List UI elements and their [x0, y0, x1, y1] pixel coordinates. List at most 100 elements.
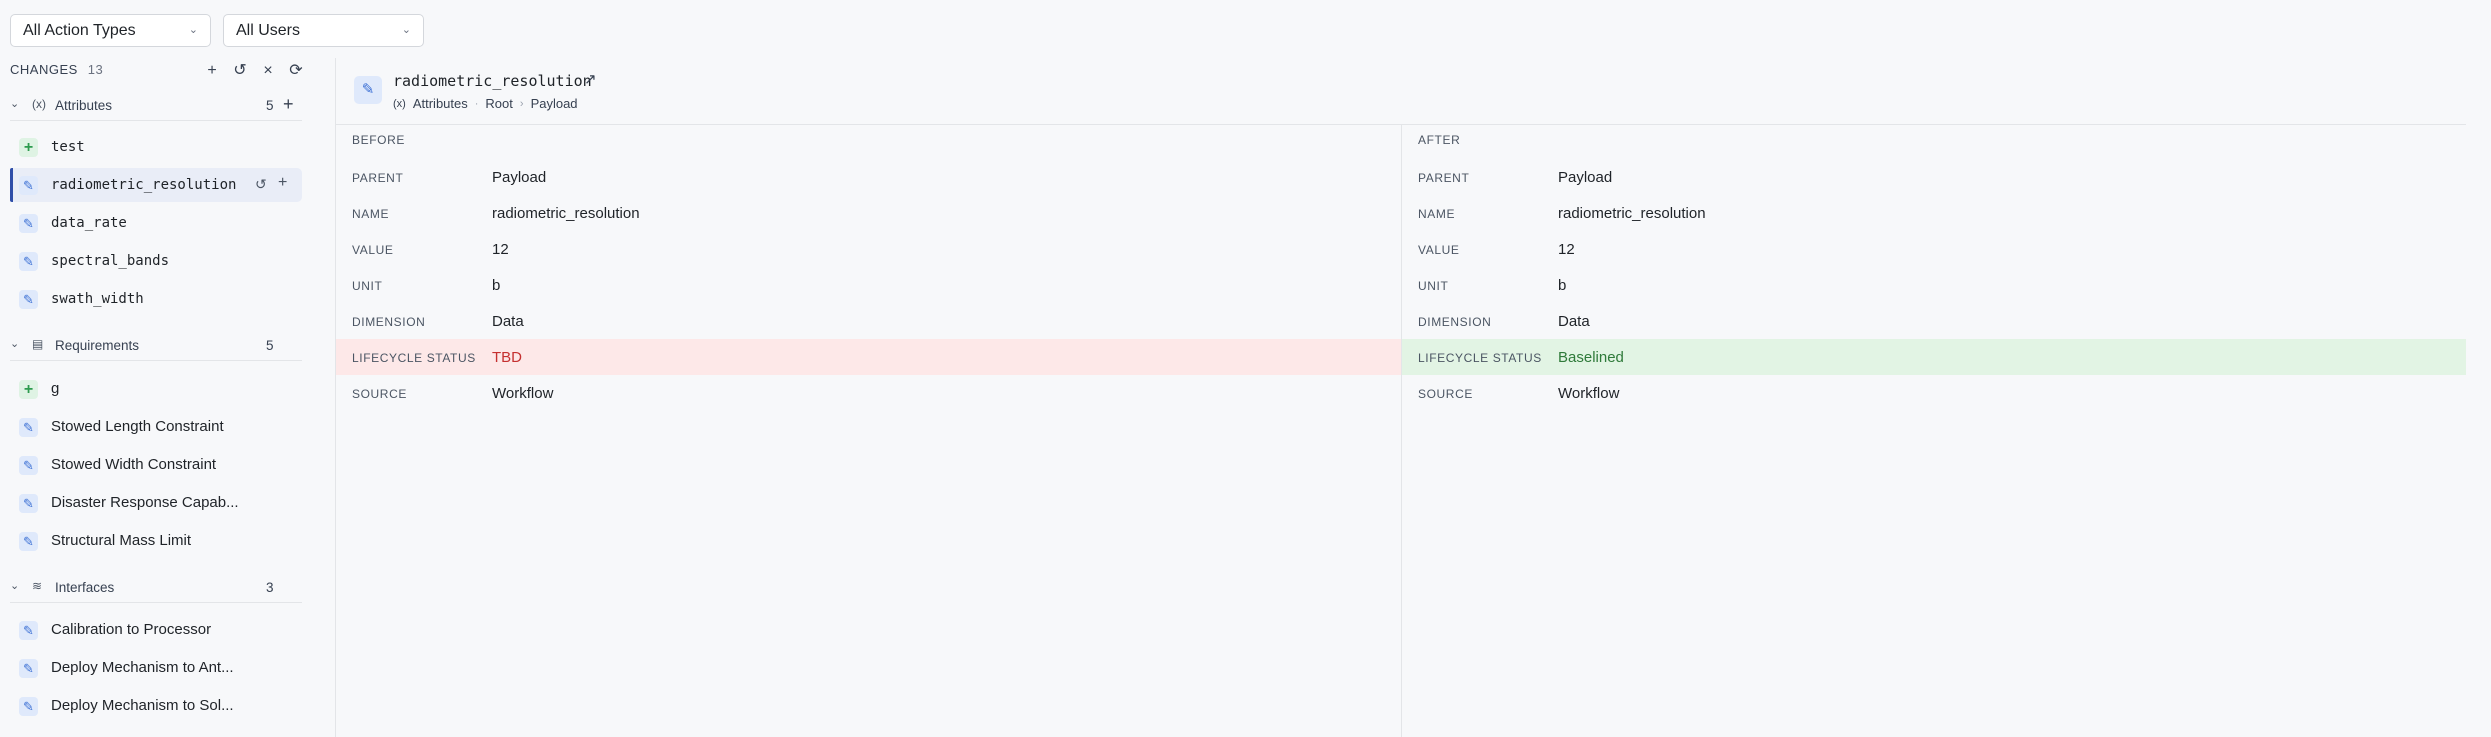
- field-row-removed: LIFECYCLE STATUS TBD: [336, 339, 1401, 375]
- add-icon[interactable]: +: [283, 94, 294, 115]
- field-label: VALUE: [1418, 243, 1460, 257]
- interface-icon: ≋: [32, 579, 43, 593]
- field-label: PARENT: [352, 171, 404, 185]
- chevron-right-icon: ›: [519, 97, 524, 110]
- breadcrumb: (x) Attributes · Root › Payload: [393, 96, 578, 111]
- group-header-attributes[interactable]: ⌄ (x) Attributes 5 +: [10, 94, 302, 118]
- pencil-icon: ✎: [19, 290, 38, 309]
- field-value: Data: [492, 313, 524, 330]
- filter-bar: All Action Types ⌄ All Users ⌄: [0, 0, 2491, 58]
- pencil-icon: ✎: [19, 532, 38, 551]
- change-item[interactable]: ✎ data_rate: [10, 206, 302, 240]
- group-label: Attributes: [55, 98, 113, 113]
- users-select[interactable]: All Users ⌄: [223, 14, 424, 47]
- revert-icon[interactable]: ↺: [255, 176, 267, 193]
- field-label: SOURCE: [1418, 387, 1473, 401]
- change-item-label: Stowed Width Constraint: [51, 456, 217, 473]
- field-row: NAME radiometric_resolution: [1402, 195, 2466, 231]
- pencil-icon: ✎: [19, 659, 38, 678]
- add-icon[interactable]: +: [278, 174, 287, 192]
- field-value: 12: [492, 241, 509, 258]
- field-row: DIMENSION Data: [336, 303, 1401, 339]
- change-item-label: Structural Mass Limit: [51, 532, 192, 549]
- change-item[interactable]: ✎ Stowed Width Constraint: [10, 448, 302, 482]
- change-item[interactable]: ✎ swath_width: [10, 282, 302, 316]
- change-item-label: Disaster Response Capab...: [51, 494, 239, 511]
- group-header-requirements[interactable]: ⌄ ▤ Requirements 5: [10, 334, 302, 358]
- change-item-label: swath_width: [51, 291, 144, 307]
- field-row: SOURCE Workflow: [1402, 375, 2466, 411]
- field-value: Payload: [492, 169, 547, 186]
- group-header-interfaces[interactable]: ⌄ ≋ Interfaces 3: [10, 576, 302, 600]
- field-row: VALUE 12: [336, 231, 1401, 267]
- change-item-label: Deploy Mechanism to Sol...: [51, 697, 234, 714]
- action-type-value: All Action Types: [23, 22, 136, 39]
- change-item[interactable]: ✎ Deploy Mechanism to Sol...: [10, 689, 302, 723]
- field-row: SOURCE Workflow: [336, 375, 1401, 411]
- changes-toolbar: + ↺ × ⟳: [202, 60, 306, 82]
- change-item[interactable]: + g: [10, 372, 302, 406]
- field-label: UNIT: [352, 279, 383, 293]
- add-icon[interactable]: +: [202, 60, 222, 82]
- breadcrumb-item[interactable]: Root: [485, 96, 512, 111]
- field-value: radiometric_resolution: [492, 205, 640, 222]
- document-icon: ▤: [32, 337, 44, 351]
- group-divider: [10, 120, 302, 121]
- chevron-down-icon[interactable]: ⌄: [10, 579, 19, 592]
- pencil-icon: ✎: [19, 621, 38, 640]
- field-row: UNIT b: [336, 267, 1401, 303]
- plus-icon: +: [19, 138, 38, 157]
- field-row: PARENT Payload: [336, 159, 1401, 195]
- breadcrumb-item[interactable]: Payload: [531, 96, 578, 111]
- chevron-down-icon: ⌄: [188, 24, 198, 36]
- group-count: 5: [266, 98, 274, 113]
- change-item[interactable]: ✎ Deploy Mechanism to Ant...: [10, 651, 302, 685]
- pencil-icon: ✎: [19, 456, 38, 475]
- group-divider: [10, 602, 302, 603]
- pencil-icon: ✎: [354, 76, 382, 104]
- changes-header: CHANGES 13: [10, 62, 103, 82]
- field-row: UNIT b: [1402, 267, 2466, 303]
- change-item[interactable]: + test: [10, 130, 302, 164]
- change-item[interactable]: ✎ Stowed Length Constraint: [10, 410, 302, 444]
- change-item-label: test: [51, 139, 85, 155]
- change-item[interactable]: ✎ Structural Mass Limit: [10, 524, 302, 558]
- field-value: TBD: [492, 349, 522, 366]
- revert-icon[interactable]: ↺: [230, 60, 250, 82]
- field-value: Baselined: [1558, 349, 1624, 366]
- pencil-icon: ✎: [19, 418, 38, 437]
- field-value: Workflow: [1558, 385, 1620, 402]
- field-label: NAME: [352, 207, 390, 221]
- changes-title: CHANGES: [10, 62, 78, 77]
- external-link-icon[interactable]: ↗: [584, 70, 597, 88]
- group-divider: [10, 360, 302, 361]
- field-row-added: LIFECYCLE STATUS Baselined: [1402, 339, 2466, 375]
- change-item[interactable]: ✎ spectral_bands: [10, 244, 302, 278]
- field-label: LIFECYCLE STATUS: [352, 351, 476, 365]
- chevron-down-icon[interactable]: ⌄: [10, 337, 19, 350]
- plus-icon: +: [19, 380, 38, 399]
- action-type-select[interactable]: All Action Types ⌄: [10, 14, 211, 47]
- field-value: Workflow: [492, 385, 554, 402]
- change-item-label: spectral_bands: [51, 253, 170, 269]
- refresh-icon[interactable]: ⟳: [286, 60, 306, 82]
- field-value: b: [492, 277, 501, 294]
- change-item-selected[interactable]: ✎ radiometric_resolution ↺ +: [10, 168, 302, 202]
- after-title: AFTER: [1418, 133, 1461, 147]
- field-row: NAME radiometric_resolution: [336, 195, 1401, 231]
- detail-header: ✎ radiometric_resolution ↗ (x) Attribute…: [336, 58, 2491, 124]
- field-value: radiometric_resolution: [1558, 205, 1706, 222]
- changes-count: 13: [87, 62, 104, 77]
- field-label: UNIT: [1418, 279, 1449, 293]
- pencil-icon: ✎: [19, 252, 38, 271]
- change-item[interactable]: ✎ Disaster Response Capab...: [10, 486, 302, 520]
- group-count: 5: [266, 338, 274, 353]
- pencil-icon: ✎: [19, 176, 38, 195]
- field-label: SOURCE: [352, 387, 407, 401]
- before-title: BEFORE: [352, 133, 405, 147]
- breadcrumb-item[interactable]: Attributes: [413, 96, 468, 111]
- change-item[interactable]: ✎ Calibration to Processor: [10, 613, 302, 647]
- field-label: VALUE: [352, 243, 394, 257]
- collapse-all-icon[interactable]: ×: [258, 60, 278, 82]
- chevron-down-icon[interactable]: ⌄: [10, 97, 19, 110]
